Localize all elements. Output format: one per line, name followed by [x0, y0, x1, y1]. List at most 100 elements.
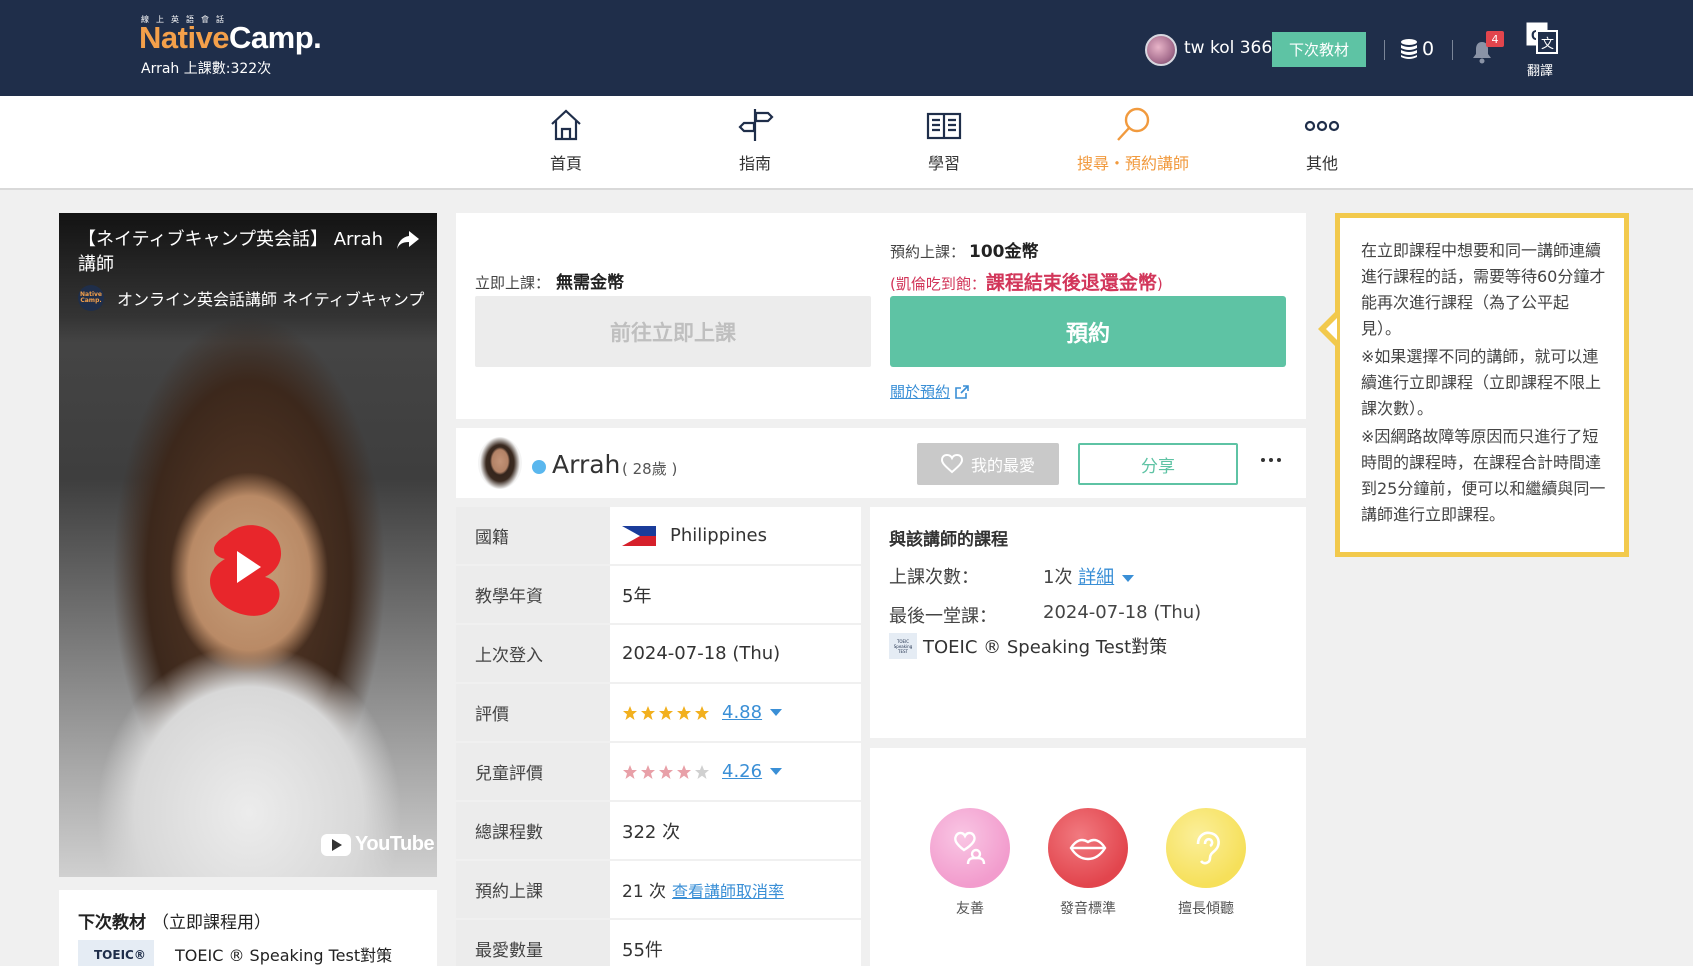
notice-paragraph: ※因網路故障等原因而只進行了短時間的課程時，在課程合計時間達到25分鐘前，便可以… — [1361, 427, 1606, 524]
coin-icon[interactable] — [1400, 38, 1418, 60]
video-title[interactable]: 【ネイティブキャンプ英会話】 Arrah講師 — [78, 227, 398, 277]
last-lesson-row: 最後一堂課： 2024-07-18 (Thu) — [889, 602, 1201, 628]
youtube-label: YouTube — [355, 833, 435, 855]
star-icon — [623, 764, 637, 779]
about-reservation-link[interactable]: 關於預約 — [890, 381, 970, 402]
info-key: 教學年資 — [456, 566, 610, 623]
favorite-button[interactable]: 我的最愛 — [917, 443, 1059, 485]
translate-label[interactable]: 翻譯 — [1527, 60, 1553, 79]
user-avatar[interactable] — [1145, 34, 1177, 66]
info-key: 預約上課 — [456, 861, 610, 918]
star-icon — [641, 705, 655, 720]
nav-label: 學習 — [927, 154, 960, 173]
teacher-name: Arrah — [552, 450, 621, 479]
info-row-kids-rating: 兒童評價 4.26 — [456, 743, 861, 802]
lesson-count-value: 1次 詳細 — [1043, 563, 1134, 589]
teacher-info-table: 國籍 Philippines 教學年資 5年 上次登入 2024-07-18 (… — [456, 507, 861, 966]
lesson-count-row: 上課次數： 1次 詳細 — [889, 563, 1134, 589]
refund-suffix: ) — [1156, 275, 1163, 293]
logo[interactable]: NativeCamp. — [139, 20, 322, 56]
notice-paragraph: ※如果選擇不同的講師，就可以連續進行立即課程（立即課程不限上課次數）。 — [1361, 347, 1602, 418]
reserve-label-text: 預約上課： — [890, 243, 966, 261]
reserve-cost: 100金幣 — [969, 242, 1039, 262]
info-value: 4.88 — [610, 684, 861, 741]
star-icon — [623, 705, 637, 720]
nav-other[interactable]: 其他 — [1242, 106, 1402, 174]
favorite-label: 我的最愛 — [970, 456, 1035, 475]
share-button[interactable]: 分享 — [1078, 443, 1238, 485]
info-value: 4.26 — [610, 743, 861, 800]
teacher-video[interactable]: 【ネイティブキャンプ英会話】 Arrah講師 Native Camp. オンライ… — [59, 213, 437, 877]
nav-study[interactable]: 學習 — [864, 106, 1024, 174]
nav-home[interactable]: 首頁 — [486, 106, 646, 174]
trait-pronunciation: 發音標準 — [1048, 808, 1128, 918]
reservations-value: 21 次 — [622, 882, 667, 902]
rating-link[interactable]: 4.88 — [722, 702, 762, 723]
refund-text: 課程結束後退還金幣 — [985, 272, 1157, 294]
kids-rating-link[interactable]: 4.26 — [722, 761, 762, 782]
more-icon — [1304, 120, 1340, 132]
user-name[interactable]: tw kol 366 — [1184, 38, 1272, 58]
channel-logo[interactable]: Native Camp. — [78, 285, 104, 311]
youtube-icon — [321, 833, 351, 856]
star-icon — [677, 764, 691, 779]
reserve-button[interactable]: 預約 — [890, 296, 1286, 367]
info-value: 5年 — [610, 566, 861, 623]
svg-text:文: 文 — [1541, 37, 1554, 52]
next-material-button[interactable]: 下次教材 — [1272, 32, 1366, 67]
course-material[interactable]: TOEIC Speaking TEST TOEIC ® Speaking Tes… — [889, 633, 1167, 659]
ear-icon — [1196, 831, 1220, 865]
chevron-down-icon[interactable] — [770, 768, 783, 775]
lesson-count-label: 上課次數： — [889, 567, 979, 588]
youtube-logo[interactable]: YouTube — [321, 833, 435, 856]
chevron-down-icon[interactable] — [770, 709, 783, 716]
teacher-header: Arrah ( 28歲 ) 我的最愛 分享 — [456, 428, 1306, 498]
channel-name[interactable]: オンライン英会話講師 ネイティブキャンプ — [117, 286, 427, 310]
main-nav: 首頁 指南 學習 搜尋・預約講師 其他 — [0, 96, 1693, 190]
translate-icon[interactable]: G 文 — [1526, 22, 1558, 54]
info-value: 2024-07-18 (Thu) — [610, 625, 861, 682]
about-link-text: 關於預約 — [890, 383, 951, 401]
teacher-avatar[interactable] — [478, 437, 522, 489]
next-material-thumbnail[interactable]: TOEIC® — [78, 940, 154, 966]
home-icon — [551, 109, 581, 141]
star-icon — [659, 764, 673, 779]
play-icon[interactable] — [205, 515, 287, 619]
teacher-age: ( 28歲 ) — [622, 460, 678, 478]
info-row-favorites: 最愛數量 55件 — [456, 920, 861, 966]
cancel-rate-link[interactable]: 查看講師取消率 — [672, 878, 784, 902]
info-row-rating: 評價 4.88 — [456, 684, 861, 743]
next-material-name[interactable]: TOEIC ® Speaking Test對策 — [175, 942, 392, 966]
star-icon — [695, 764, 709, 779]
chevron-down-icon[interactable] — [1121, 574, 1134, 582]
courses-with-teacher: 與該講師的課程 上課次數： 1次 詳細 最後一堂課： 2024-07-18 (T… — [870, 507, 1306, 738]
trait-circle — [930, 808, 1010, 888]
info-key: 總課程數 — [456, 802, 610, 859]
next-material-subtitle: （立即課程用） — [152, 913, 271, 933]
material-name: TOEIC ® Speaking Test對策 — [923, 637, 1168, 658]
share-icon[interactable] — [395, 227, 421, 253]
nav-search-reserve[interactable]: 搜尋・預約講師 — [1053, 106, 1213, 174]
info-value: Philippines — [610, 507, 861, 564]
dot — [1277, 458, 1281, 462]
info-key: 評價 — [456, 684, 610, 741]
instant-lesson-button[interactable]: 前往立即上課 — [475, 296, 871, 367]
teacher-lesson-count: Arrah 上課數:322次 — [141, 61, 272, 77]
info-value: 322 次 — [610, 802, 861, 859]
nav-label: 搜尋・預約講師 — [1076, 154, 1189, 173]
instant-label-text: 立即上課： — [475, 274, 551, 292]
more-options-button[interactable] — [1254, 446, 1288, 474]
info-row-last-login: 上次登入 2024-07-18 (Thu) — [456, 625, 861, 684]
instant-lesson-label: 立即上課： 無需金幣 — [475, 268, 624, 293]
online-status-dot — [532, 460, 546, 474]
detail-link[interactable]: 詳細 — [1078, 567, 1114, 588]
nav-guide[interactable]: 指南 — [675, 106, 835, 174]
info-value: 55件 — [610, 920, 861, 966]
dot — [1269, 458, 1273, 462]
trait-listening: 擅長傾聽 — [1166, 808, 1246, 918]
star-icon — [677, 705, 691, 720]
divider — [1452, 40, 1453, 60]
teacher-traits: 友善 發音標準 擅長傾聽 — [870, 748, 1306, 966]
logo-native: Native — [139, 20, 230, 55]
trait-friendly: 友善 — [930, 808, 1010, 918]
